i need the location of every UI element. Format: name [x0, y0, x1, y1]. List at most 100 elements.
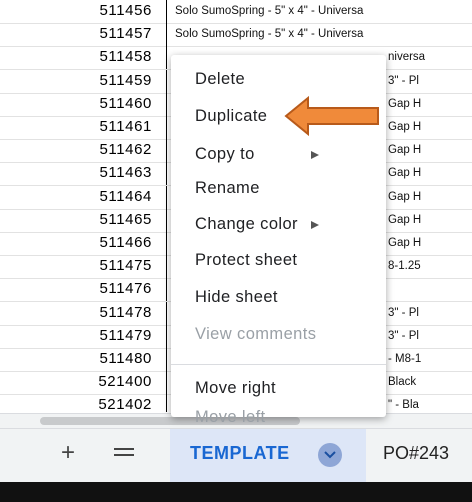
- row-number-fragment: [0, 190, 3, 204]
- cell-part-number[interactable]: 511461: [38, 116, 167, 139]
- cell-part-number[interactable]: 511460: [38, 92, 167, 116]
- part-number: 511456: [99, 2, 152, 19]
- menu-item-change-color[interactable]: Change color: [171, 208, 386, 242]
- cell-part-number[interactable]: 511465: [38, 208, 167, 232]
- row-number-fragment: [0, 4, 3, 18]
- row-number-fragment: [0, 213, 3, 227]
- row-number-fragment: [0, 143, 3, 157]
- row-number-fragment: [0, 236, 3, 250]
- part-number: 521402: [98, 396, 152, 412]
- all-sheets-button[interactable]: [110, 439, 138, 467]
- row-number-fragment: [0, 120, 3, 134]
- cell-part-number[interactable]: 511466: [38, 232, 167, 255]
- row-number-fragment: [0, 329, 3, 343]
- cell-part-number[interactable]: 511463: [38, 162, 167, 186]
- menu-item-rename[interactable]: Rename: [171, 172, 386, 206]
- row-number-fragment: [0, 50, 3, 64]
- arrow-annotation: [284, 96, 379, 136]
- cell-description[interactable]: Gap H: [388, 93, 421, 115]
- sheet-tab-label: TEMPLATE: [190, 443, 290, 463]
- submenu-arrow-icon: [311, 221, 319, 229]
- menu-item-label: Rename: [195, 179, 260, 197]
- menu-item-copy-to[interactable]: Copy to: [171, 138, 386, 172]
- cell-description[interactable]: Gap H: [388, 139, 421, 161]
- cell-description[interactable]: Gap H: [388, 116, 421, 138]
- cell-description[interactable]: " - Bla: [388, 394, 419, 412]
- plus-icon: +: [60, 439, 75, 466]
- menu-item-label: Hide sheet: [195, 288, 278, 306]
- menu-item-label: Change color: [195, 215, 298, 233]
- row-number-fragment: [0, 398, 3, 412]
- cell-part-number[interactable]: 511478: [38, 301, 167, 325]
- cell-part-number[interactable]: 521400: [38, 371, 167, 395]
- part-number: 511457: [99, 25, 152, 43]
- part-number: 511458: [99, 48, 152, 66]
- row-number-fragment: [0, 282, 3, 296]
- part-number: 521400: [98, 373, 152, 391]
- cell-part-number[interactable]: 511457: [38, 23, 167, 47]
- menu-item-delete[interactable]: Delete: [171, 63, 386, 97]
- cell-description[interactable]: 3" - Pl: [388, 70, 419, 92]
- menu-item-label: Copy to: [195, 145, 255, 163]
- cell-part-number[interactable]: 521402: [38, 394, 167, 412]
- bottom-border: [0, 482, 472, 502]
- menu-item-protect-sheet[interactable]: Protect sheet: [171, 244, 386, 278]
- menu-separator: [171, 364, 386, 365]
- cell-part-number[interactable]: 511459: [38, 69, 167, 93]
- table-row[interactable]: 511456 Solo SumoSpring - 5" x 4" - Univer…: [0, 0, 472, 24]
- row-number-fragment: [0, 375, 3, 389]
- menu-item-label: Move right: [195, 379, 277, 397]
- menu-item-hide-sheet[interactable]: Hide sheet: [171, 281, 386, 315]
- part-number: 511460: [99, 94, 152, 112]
- sheet-tab-bar: + TEMPLATE PO#243: [0, 428, 472, 483]
- submenu-arrow-icon: [311, 151, 319, 159]
- table-row[interactable]: 511457 Solo SumoSpring - 5" x 4" - Univer…: [0, 23, 472, 48]
- chevron-down-icon: [324, 451, 336, 459]
- part-number: 511480: [99, 350, 152, 367]
- cell-description[interactable]: Gap H: [388, 209, 421, 231]
- cell-description[interactable]: 3" - Pl: [388, 325, 419, 347]
- cell-part-number[interactable]: 511464: [38, 185, 167, 209]
- sheet-tab-template[interactable]: TEMPLATE: [170, 429, 366, 483]
- row-number-fragment: [0, 97, 3, 111]
- cell-part-number[interactable]: 511476: [38, 278, 167, 302]
- sheet-tab-dropdown[interactable]: [318, 443, 342, 467]
- menu-item-view-comments: View comments: [171, 318, 386, 352]
- part-number: 511475: [99, 257, 152, 275]
- menu-item-label: Move left: [195, 408, 266, 426]
- cell-description[interactable]: Gap H: [388, 186, 421, 208]
- part-number: 511478: [99, 303, 152, 321]
- cell-part-number[interactable]: 511456: [38, 0, 167, 23]
- cell-description[interactable]: 3" - Pl: [388, 302, 419, 324]
- cell-description[interactable]: niversa: [388, 46, 425, 68]
- cell-description[interactable]: Gap H: [388, 162, 421, 184]
- cell-part-number[interactable]: 511479: [38, 324, 167, 348]
- menu-item-label: Protect sheet: [195, 251, 298, 269]
- cell-part-number[interactable]: 511462: [38, 139, 167, 163]
- sheet-tab-po243[interactable]: PO#243: [383, 443, 449, 464]
- part-number: 511461: [99, 118, 152, 135]
- menu-item-move-left: Move left: [171, 401, 386, 435]
- add-sheet-button[interactable]: +: [54, 439, 82, 467]
- row-number-fragment: [0, 352, 3, 366]
- cell-description[interactable]: 8-1.25: [388, 255, 421, 277]
- cell-description[interactable]: Gap H: [388, 232, 421, 254]
- menu-item-label: View comments: [195, 325, 317, 343]
- cell-part-number[interactable]: 511475: [38, 255, 167, 279]
- cell-part-number[interactable]: 511480: [38, 348, 167, 371]
- cell-part-number[interactable]: 511458: [38, 46, 167, 70]
- cell-description[interactable]: - M8-1: [388, 348, 421, 370]
- part-number: 511464: [99, 187, 152, 205]
- row-number-fragment: [0, 74, 3, 88]
- part-number: 511459: [99, 71, 152, 89]
- row-number-fragment: [0, 166, 3, 180]
- part-number: 511462: [99, 141, 152, 159]
- part-number: 511476: [99, 280, 152, 298]
- cell-description[interactable]: Solo SumoSpring - 5" x 4" - Universa: [175, 23, 363, 45]
- part-number: 511466: [99, 234, 152, 251]
- part-number: 511479: [99, 326, 152, 344]
- row-number-fragment: [0, 27, 3, 41]
- cell-description[interactable]: Solo SumoSpring - 5" x 4" - Universa: [175, 0, 363, 22]
- cell-description[interactable]: Black: [388, 371, 416, 393]
- menu-item-label: Delete: [195, 70, 246, 88]
